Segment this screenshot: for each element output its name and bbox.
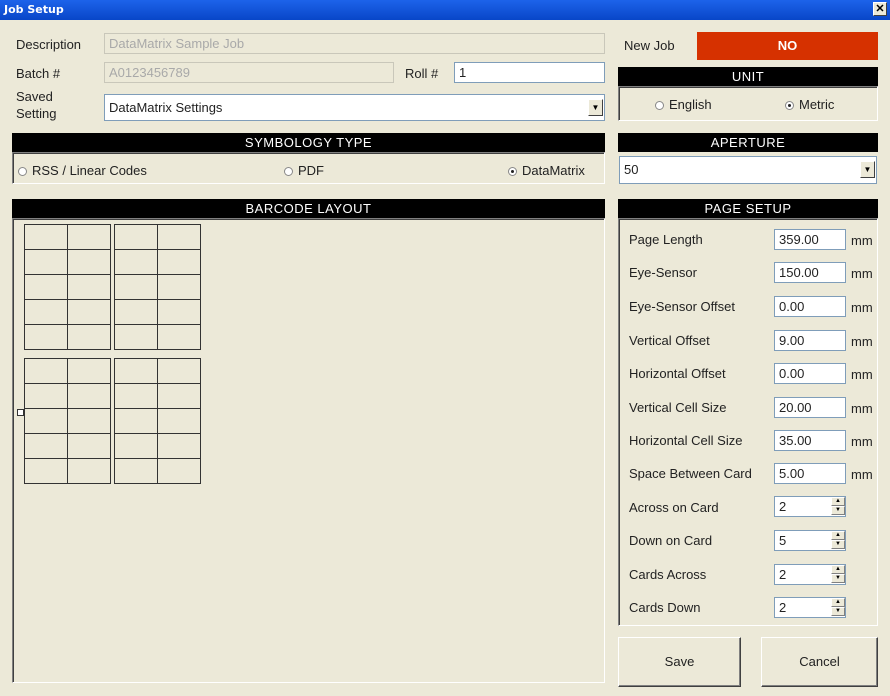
unit-suffix: mm bbox=[851, 467, 873, 482]
new-job-status[interactable]: NO bbox=[697, 32, 878, 60]
barcode-layout-header: BARCODE LAYOUT bbox=[12, 199, 605, 218]
across-on-card-value: 2 bbox=[779, 499, 787, 514]
aperture-header: APERTURE bbox=[618, 133, 878, 152]
saved-setting-dropdown[interactable]: DataMatrix Settings ▼ bbox=[104, 94, 605, 121]
cards-across-label: Cards Across bbox=[629, 567, 707, 582]
card-grid-3 bbox=[24, 358, 111, 484]
saved-setting-label-1: Saved bbox=[16, 89, 53, 104]
symbology-pdf-label: PDF bbox=[298, 163, 324, 178]
title-bar bbox=[0, 0, 890, 20]
page-length-input[interactable]: 359.00 bbox=[774, 229, 846, 250]
symbology-pdf-option[interactable]: PDF bbox=[284, 163, 324, 178]
unit-header: UNIT bbox=[618, 67, 878, 86]
close-icon: ✕ bbox=[875, 3, 885, 15]
horizontal-cell-size-label: Horizontal Cell Size bbox=[629, 433, 743, 448]
description-label: Description bbox=[16, 37, 82, 52]
unit-english-option[interactable]: English bbox=[655, 97, 712, 112]
radio-english[interactable] bbox=[655, 101, 664, 111]
page-length-label: Page Length bbox=[629, 232, 703, 247]
radio-metric[interactable] bbox=[785, 101, 794, 111]
eye-sensor-label: Eye-Sensor bbox=[629, 265, 697, 280]
vertical-offset-label: Vertical Offset bbox=[629, 333, 710, 348]
unit-suffix: mm bbox=[851, 401, 873, 416]
aperture-value: 50 bbox=[624, 162, 639, 177]
cancel-button-label: Cancel bbox=[799, 654, 840, 669]
symbology-header: SYMBOLOGY TYPE bbox=[12, 133, 605, 152]
radio-rss[interactable] bbox=[18, 167, 27, 177]
window-title: Job Setup bbox=[4, 3, 64, 16]
chevron-down-icon[interactable]: ▼ bbox=[860, 161, 875, 178]
down-on-card-spinner[interactable]: 5 ▲ ▼ bbox=[774, 530, 846, 551]
eye-sensor-input[interactable]: 150.00 bbox=[774, 262, 846, 283]
eye-sensor-offset-label: Eye-Sensor Offset bbox=[629, 299, 735, 314]
cards-across-value: 2 bbox=[779, 567, 787, 582]
symbology-datamatrix-label: DataMatrix bbox=[522, 163, 585, 178]
space-between-card-label: Space Between Card bbox=[629, 466, 752, 481]
cards-across-spinner[interactable]: 2 ▲ ▼ bbox=[774, 564, 846, 585]
roll-label: Roll # bbox=[405, 66, 439, 81]
description-field: DataMatrix Sample Job bbox=[104, 33, 605, 54]
eye-sensor-marker bbox=[17, 409, 24, 416]
horizontal-cell-size-input[interactable]: 35.00 bbox=[774, 430, 846, 451]
spinner-arrows-icon[interactable]: ▲ ▼ bbox=[831, 497, 845, 516]
symbology-rss-label: RSS / Linear Codes bbox=[32, 163, 147, 178]
symbology-datamatrix-option[interactable]: DataMatrix bbox=[508, 163, 585, 178]
unit-suffix: mm bbox=[851, 233, 873, 248]
horizontal-offset-label: Horizontal Offset bbox=[629, 366, 726, 381]
aperture-dropdown[interactable]: 50 ▼ bbox=[619, 156, 877, 184]
save-button-label: Save bbox=[664, 654, 695, 669]
space-between-card-input[interactable]: 5.00 bbox=[774, 463, 846, 484]
batch-field: A0123456789 bbox=[104, 62, 394, 83]
unit-suffix: mm bbox=[851, 266, 873, 281]
vertical-cell-size-input[interactable]: 20.00 bbox=[774, 397, 846, 418]
vertical-offset-input[interactable]: 9.00 bbox=[774, 330, 846, 351]
across-on-card-label: Across on Card bbox=[629, 500, 719, 515]
card-grid-2 bbox=[114, 224, 201, 350]
batch-label: Batch # bbox=[16, 66, 61, 81]
card-grid-4 bbox=[114, 358, 201, 484]
spinner-arrows-icon[interactable]: ▲ ▼ bbox=[831, 565, 845, 584]
eye-sensor-offset-input[interactable]: 0.00 bbox=[774, 296, 846, 317]
radio-datamatrix[interactable] bbox=[508, 167, 517, 177]
vertical-cell-size-label: Vertical Cell Size bbox=[629, 400, 727, 415]
saved-setting-value: DataMatrix Settings bbox=[109, 100, 223, 115]
cards-down-label: Cards Down bbox=[629, 600, 701, 615]
across-on-card-spinner[interactable]: 2 ▲ ▼ bbox=[774, 496, 846, 517]
down-on-card-value: 5 bbox=[779, 533, 787, 548]
save-button[interactable]: Save bbox=[618, 637, 741, 687]
cards-down-value: 2 bbox=[779, 600, 787, 615]
unit-metric-option[interactable]: Metric bbox=[785, 97, 834, 112]
cancel-button[interactable]: Cancel bbox=[761, 637, 878, 687]
roll-field[interactable]: 1 bbox=[454, 62, 605, 83]
unit-suffix: mm bbox=[851, 367, 873, 382]
saved-setting-label-2: Setting bbox=[16, 106, 57, 121]
chevron-down-icon[interactable]: ▼ bbox=[588, 99, 603, 116]
card-grid-1 bbox=[24, 224, 111, 350]
page-setup-header: PAGE SETUP bbox=[618, 199, 878, 218]
spinner-arrows-icon[interactable]: ▲ ▼ bbox=[831, 598, 845, 617]
cards-down-spinner[interactable]: 2 ▲ ▼ bbox=[774, 597, 846, 618]
symbology-rss-option[interactable]: RSS / Linear Codes bbox=[18, 163, 147, 178]
radio-pdf[interactable] bbox=[284, 167, 293, 177]
spinner-arrows-icon[interactable]: ▲ ▼ bbox=[831, 531, 845, 550]
down-on-card-label: Down on Card bbox=[629, 533, 713, 548]
unit-metric-label: Metric bbox=[799, 97, 835, 112]
horizontal-offset-input[interactable]: 0.00 bbox=[774, 363, 846, 384]
unit-english-label: English bbox=[669, 97, 712, 112]
unit-suffix: mm bbox=[851, 334, 873, 349]
new-job-label: New Job bbox=[624, 38, 675, 53]
unit-suffix: mm bbox=[851, 300, 873, 315]
close-button[interactable]: ✕ bbox=[873, 2, 887, 16]
unit-suffix: mm bbox=[851, 434, 873, 449]
